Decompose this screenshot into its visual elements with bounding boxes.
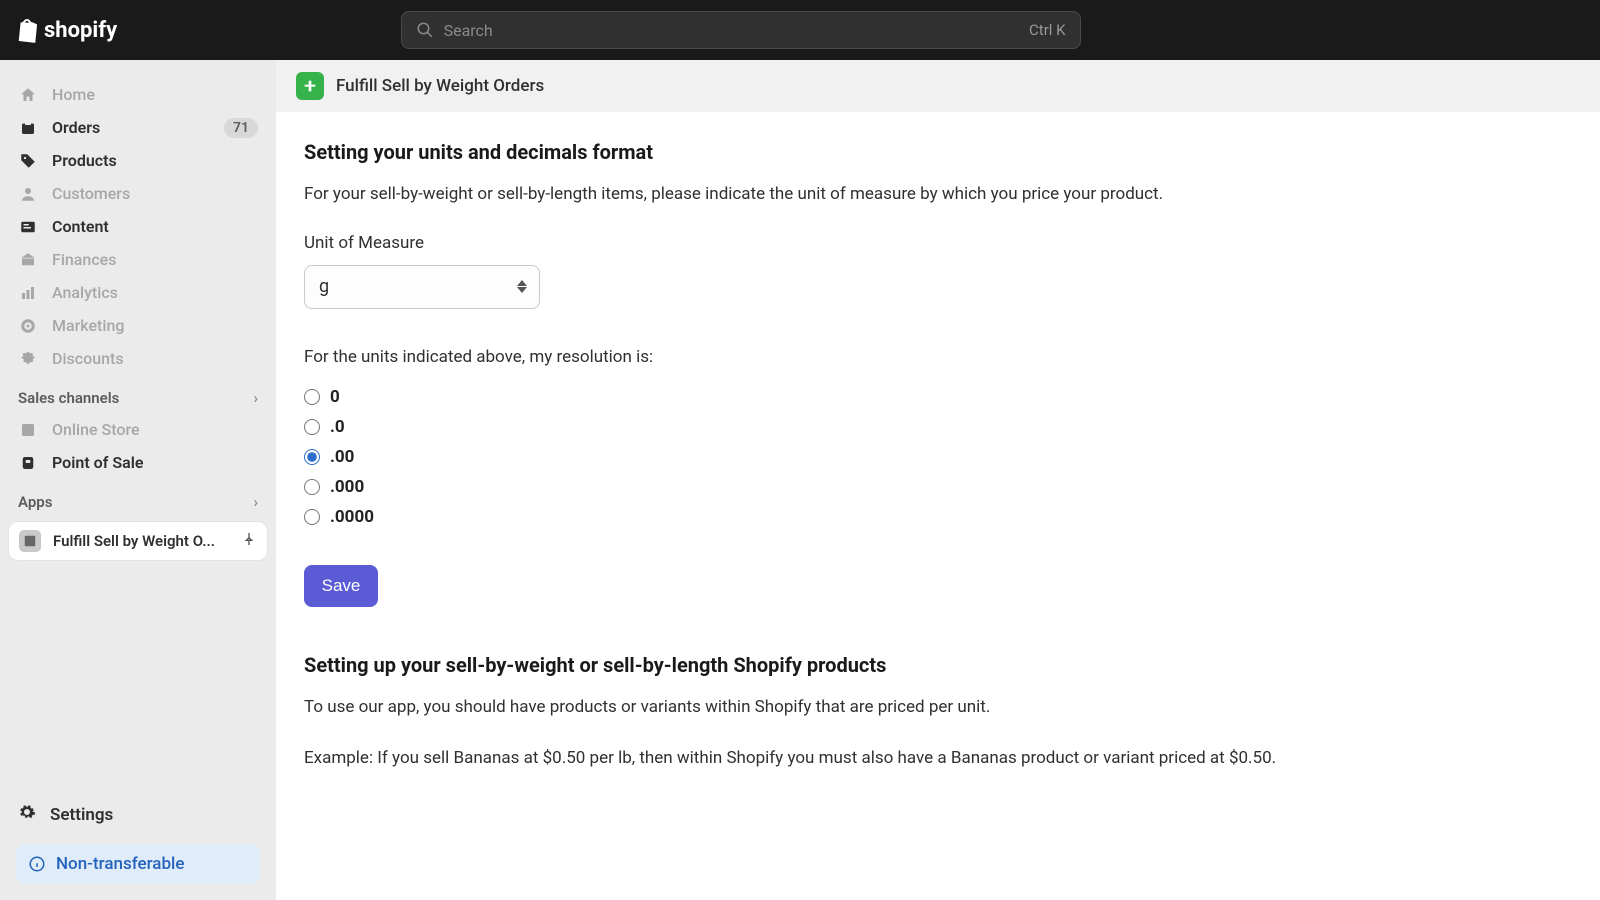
store-icon [18,420,38,440]
section-desc-products-2: Example: If you sell Bananas at $0.50 pe… [304,746,1572,771]
discounts-icon [18,349,38,369]
sidebar-item-marketing[interactable]: Marketing [8,309,268,342]
marketing-icon [18,316,38,336]
primary-nav: Home Orders 71 Products Customers Conten… [0,78,276,375]
resolution-option[interactable]: .00 [304,447,1572,467]
resolution-option[interactable]: .0 [304,417,1572,437]
sidebar-item-settings[interactable]: Settings [8,793,268,836]
info-icon [28,855,46,873]
search-shortcut: Ctrl K [1029,21,1066,39]
chevron-right-icon: › [253,493,258,511]
search-icon [416,21,434,39]
sidebar-section-apps[interactable]: Apps › [0,479,276,517]
shopify-logo: shopify [16,17,117,43]
section-heading-units: Setting your units and decimals format [304,140,1572,164]
resolution-option[interactable]: 0 [304,387,1572,407]
sidebar-item-content[interactable]: Content [8,210,268,243]
page-header: Fulfill Sell by Weight Orders [276,60,1600,112]
resolution-label-text: .000 [330,477,364,497]
products-icon [18,151,38,171]
gear-icon [18,803,36,826]
sidebar-app-item[interactable]: Fulfill Sell by Weight O... [8,521,268,561]
content: Setting your units and decimals format F… [276,112,1600,900]
page-title: Fulfill Sell by Weight Orders [336,76,544,96]
resolution-option[interactable]: .000 [304,477,1572,497]
resolution-label-text: 0 [330,387,340,407]
select-caret-icon [517,280,527,293]
resolution-label-text: .00 [330,447,354,467]
sidebar-item-analytics[interactable]: Analytics [8,276,268,309]
resolution-label-text: .0 [330,417,345,437]
resolution-option[interactable]: .0000 [304,507,1572,527]
pin-icon[interactable] [241,531,257,551]
resolution-radio[interactable] [304,479,320,495]
sidebar-item-discounts[interactable]: Discounts [8,342,268,375]
customers-icon [18,184,38,204]
section-heading-products: Setting up your sell-by-weight or sell-b… [304,653,1572,677]
app-badge-icon [296,72,324,100]
brand-text: shopify [44,18,117,43]
uom-value: g [319,276,329,297]
save-button[interactable]: Save [304,565,378,607]
section-desc-units: For your sell-by-weight or sell-by-lengt… [304,182,1572,207]
pos-icon [18,453,38,473]
resolution-radio-group: 0 .0 .00 .000 .0000 [304,387,1572,527]
orders-badge: 71 [224,118,258,138]
resolution-label: For the units indicated above, my resolu… [304,345,1572,370]
sidebar-item-pos[interactable]: Point of Sale [8,446,268,479]
resolution-label-text: .0000 [330,507,374,527]
finances-icon [18,250,38,270]
sidebar-item-products[interactable]: Products [8,144,268,177]
resolution-radio[interactable] [304,449,320,465]
resolution-radio[interactable] [304,419,320,435]
search-input[interactable]: Search Ctrl K [401,11,1081,49]
home-icon [18,85,38,105]
sidebar-section-channels[interactable]: Sales channels › [0,375,276,413]
uom-label: Unit of Measure [304,233,1572,253]
resolution-radio[interactable] [304,389,320,405]
non-transferable-banner[interactable]: Non-transferable [16,844,260,884]
content-icon [18,217,38,237]
sidebar-item-orders[interactable]: Orders 71 [8,111,268,144]
resolution-radio[interactable] [304,509,320,525]
shopify-bag-icon [16,17,38,43]
section-desc-products-1: To use our app, you should have products… [304,695,1572,720]
sidebar: Home Orders 71 Products Customers Conten… [0,60,276,900]
orders-icon [18,118,38,138]
uom-select[interactable]: g [304,265,540,309]
analytics-icon [18,283,38,303]
sidebar-item-home[interactable]: Home [8,78,268,111]
app-icon [19,530,41,552]
topbar: shopify Search Ctrl K [0,0,1600,60]
chevron-right-icon: › [253,389,258,407]
main: Fulfill Sell by Weight Orders Setting yo… [276,60,1600,900]
sidebar-item-online-store[interactable]: Online Store [8,413,268,446]
sidebar-item-customers[interactable]: Customers [8,177,268,210]
search-placeholder: Search [444,21,1019,40]
sidebar-item-finances[interactable]: Finances [8,243,268,276]
